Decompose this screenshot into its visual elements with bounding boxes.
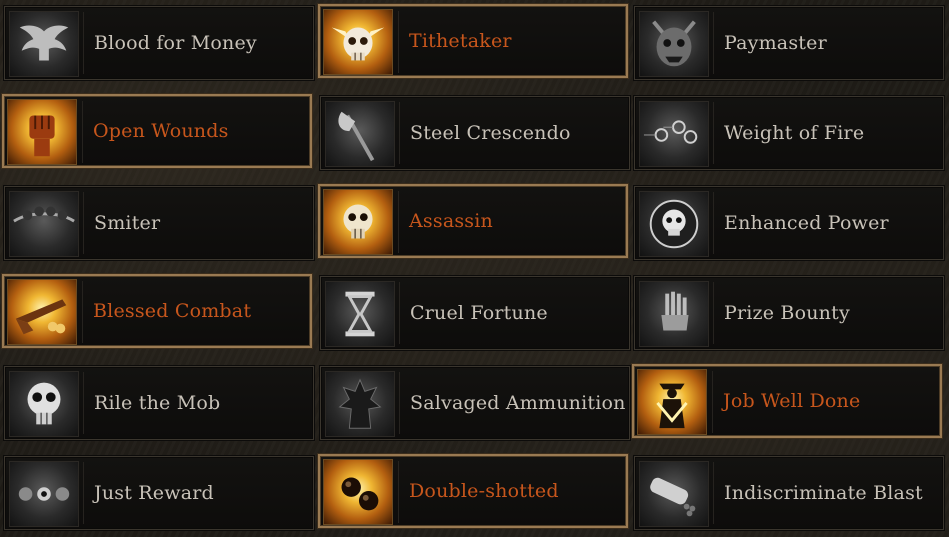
talent-open-wounds[interactable]: Open Wounds [2,94,312,168]
divider [83,12,84,74]
talent-label: Open Wounds [93,120,229,142]
divider [83,192,84,254]
divider [398,461,399,523]
talent-double-shotted[interactable]: Double-shotted [318,454,628,528]
bullets-icon [639,101,709,167]
divider [712,371,713,433]
talent-label: Salvaged Ammunition [410,392,626,414]
talent-cruel-fortune[interactable]: Cruel Fortune [320,276,630,350]
skull-circle-icon [639,191,709,257]
fist-icon [7,99,77,165]
talent-grid: Blood for Money Tithetaker Paymaster Ope… [0,0,949,537]
divider [713,102,714,164]
hunter-figure-icon [637,369,707,435]
talent-blessed-combat[interactable]: Blessed Combat [2,274,312,348]
talent-indiscriminate-blast[interactable]: Indiscriminate Blast [634,456,944,530]
glowing-skull-icon [323,189,393,255]
divider [399,102,400,164]
talent-label: Paymaster [724,32,827,54]
divider [82,101,83,163]
spiked-figure-icon [325,371,395,437]
talent-just-reward[interactable]: Just Reward [4,456,314,530]
talent-assassin[interactable]: Assassin [318,184,628,258]
talent-salvaged-ammunition[interactable]: Salvaged Ammunition [320,366,630,440]
hand-icon [639,281,709,347]
talent-steel-crescendo[interactable]: Steel Crescendo [320,96,630,170]
talent-rile-the-mob[interactable]: Rile the Mob [4,366,314,440]
skull-icon [9,371,79,437]
masks-icon [9,461,79,527]
talent-label: Double-shotted [409,480,559,502]
talent-label: Tithetaker [409,30,512,52]
talent-label: Smiter [94,212,161,234]
talent-label: Rile the Mob [94,392,221,414]
talent-label: Prize Bounty [724,302,850,324]
divider [398,11,399,73]
divider [399,372,400,434]
demon-face-icon [639,11,709,77]
hourglass-icon [325,281,395,347]
talent-label: Indiscriminate Blast [724,482,923,504]
cannonballs-icon [323,459,393,525]
divider [713,282,714,344]
divider [83,372,84,434]
talent-enhanced-power[interactable]: Enhanced Power [634,186,944,260]
talent-label: Weight of Fire [724,122,865,144]
winged-skull-icon [323,9,393,75]
crowd-icon [9,191,79,257]
talent-tithetaker[interactable]: Tithetaker [318,4,628,78]
divider [713,192,714,254]
talent-prize-bounty[interactable]: Prize Bounty [634,276,944,350]
talent-label: Assassin [409,210,493,232]
talent-weight-of-fire[interactable]: Weight of Fire [634,96,944,170]
talent-label: Blood for Money [94,32,257,54]
shell-icon [639,461,709,527]
talent-job-well-done[interactable]: Job Well Done [632,364,942,438]
divider [82,281,83,343]
talent-paymaster[interactable]: Paymaster [634,6,944,80]
axe-icon [325,101,395,167]
divider [713,462,714,524]
divider [398,191,399,253]
talent-label: Enhanced Power [724,212,889,234]
talent-blood-for-money[interactable]: Blood for Money [4,6,314,80]
dove-icon [9,11,79,77]
talent-label: Blessed Combat [93,300,252,322]
pistol-icon [7,279,77,345]
talent-label: Job Well Done [723,390,861,412]
divider [83,462,84,524]
talent-label: Just Reward [94,482,214,504]
talent-label: Cruel Fortune [410,302,548,324]
divider [399,282,400,344]
talent-label: Steel Crescendo [410,122,571,144]
talent-smiter[interactable]: Smiter [4,186,314,260]
divider [713,12,714,74]
